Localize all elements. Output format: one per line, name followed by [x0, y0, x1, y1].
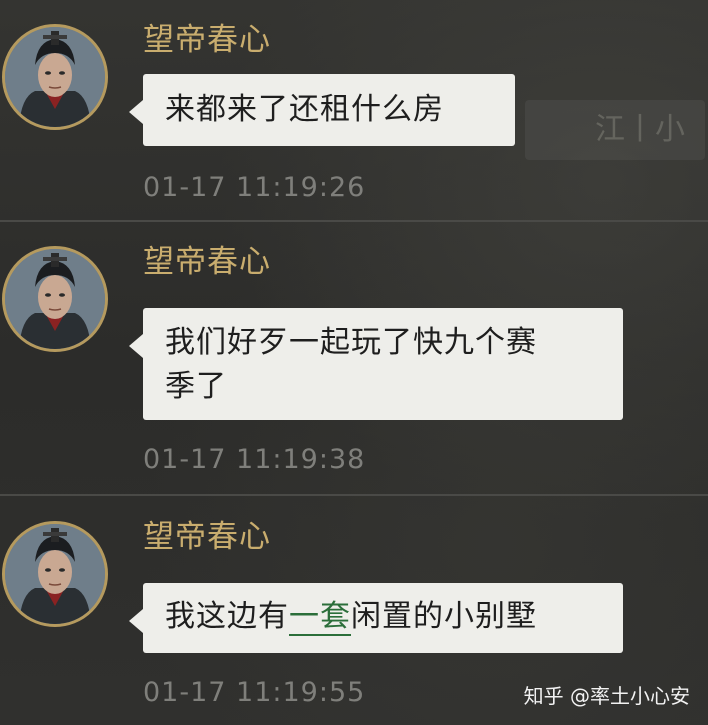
sender-name[interactable]: 望帝春心 — [143, 511, 271, 556]
message-text-line-2: 季了 — [165, 369, 227, 404]
sender-name[interactable]: 望帝春心 — [143, 14, 271, 59]
avatar[interactable] — [2, 521, 108, 627]
message-bubble: 我们好歹一起玩了快九个赛 季了 — [129, 308, 623, 420]
message-text-after-link: 闲置的小别墅 — [351, 599, 537, 634]
avatar[interactable] — [2, 246, 108, 352]
message-timestamp: 01-17 11:19:38 — [143, 444, 366, 475]
watermark: 知乎 @率土小心安 — [523, 684, 690, 708]
portrait-icon — [5, 27, 105, 127]
chat-message: 望帝春心 我们好歹一起玩了快九个赛 季了 01-17 11:19:38 — [0, 222, 708, 475]
sender-name[interactable]: 望帝春心 — [143, 236, 271, 281]
portrait-icon — [5, 249, 105, 349]
avatar[interactable] — [2, 24, 108, 130]
message-text-before-link: 我这边有 — [165, 599, 289, 634]
message-divider — [0, 494, 708, 496]
inline-link[interactable]: 一套 — [289, 599, 351, 636]
message-text-line-1: 我们好歹一起玩了快九个赛 — [165, 325, 537, 360]
portrait-icon — [5, 524, 105, 624]
message-text: 来都来了还租什么房 — [165, 92, 444, 127]
message-bubble: 我这边有一套闲置的小别墅 — [129, 583, 623, 653]
message-timestamp: 01-17 11:19:55 — [143, 677, 366, 708]
message-timestamp: 01-17 11:19:26 — [143, 172, 366, 203]
message-bubble: 来都来了还租什么房 — [129, 74, 515, 146]
chat-message: 望帝春心 来都来了还租什么房 01-17 11:19:26 — [0, 0, 708, 220]
